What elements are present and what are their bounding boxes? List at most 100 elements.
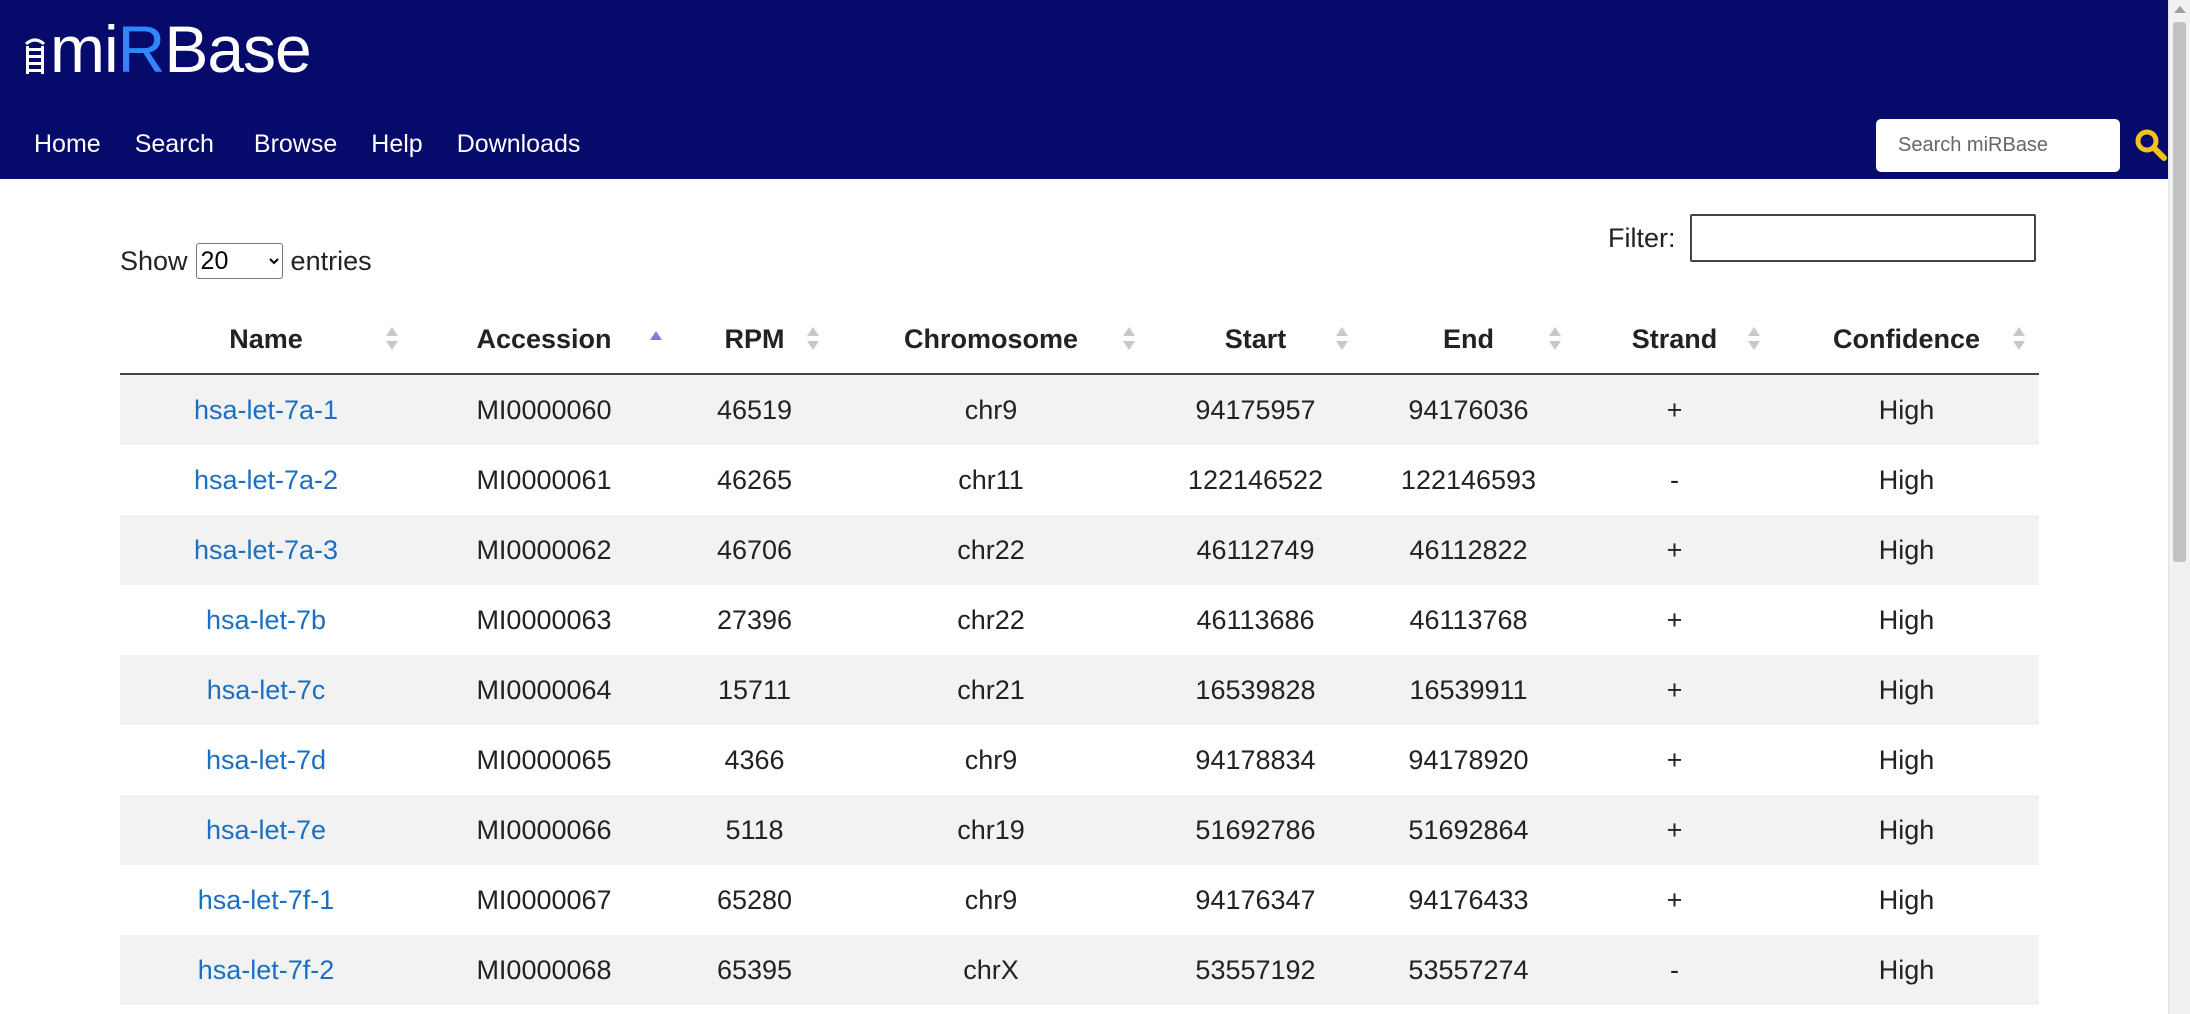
table-row: hsa-let-7f-2 MI0000068 65395 chrX 535571… <box>120 935 2039 1005</box>
cell-confidence: High <box>1878 534 1935 565</box>
page-size-select[interactable]: 20 <box>195 243 283 279</box>
cell-name: hsa-let-7a-3 <box>120 515 412 585</box>
sort-icon <box>1748 327 1760 353</box>
cell-strand: - <box>1670 464 1679 495</box>
site-header: miRBase Home Search Browse Help Download… <box>0 0 2168 179</box>
sort-icon <box>386 327 398 353</box>
cell-name: hsa-let-7d <box>120 725 412 795</box>
cell-accession: MI0000060 <box>476 394 612 425</box>
cell-confidence: High <box>1878 954 1935 985</box>
cell-confidence: High <box>1878 394 1935 425</box>
logo-mark-icon <box>25 38 45 74</box>
page-scrollbar[interactable] <box>2168 0 2190 1014</box>
sort-icon <box>1123 327 1135 353</box>
nav-home[interactable]: Home <box>34 124 101 164</box>
show-label: Show <box>120 245 188 276</box>
mirna-name-link[interactable]: hsa-let-7a-1 <box>194 395 338 425</box>
filter-input[interactable] <box>1689 214 2036 262</box>
mirna-name-link[interactable]: hsa-let-7c <box>207 675 326 705</box>
cell-accession: MI0000067 <box>476 884 612 915</box>
sort-ascending-icon <box>650 327 662 353</box>
nav-search[interactable]: Search <box>135 124 214 164</box>
cell-start: 53557192 <box>1195 954 1316 985</box>
cell-chromosome: chr22 <box>957 604 1025 635</box>
table-row: hsa-let-7f-1 MI0000067 65280 chr9 941763… <box>120 865 2039 935</box>
sort-icon <box>2013 327 2025 353</box>
table-row: hsa-let-7b MI0000063 27396 chr22 4611368… <box>120 585 2039 655</box>
site-search-box <box>1876 119 2120 172</box>
cell-name: hsa-let-7c <box>120 655 412 725</box>
nav-downloads[interactable]: Downloads <box>457 124 581 164</box>
cell-rpm: 46265 <box>716 464 793 495</box>
logo-text: miRBase <box>50 12 312 86</box>
col-header-confidence[interactable]: Confidence <box>1774 305 2039 375</box>
mirna-name-link[interactable]: hsa-let-7f-1 <box>198 885 335 915</box>
page-length-control: Show 20 entries <box>120 243 372 279</box>
cell-end: 122146593 <box>1400 464 1537 495</box>
cell-chromosome: chr9 <box>964 394 1018 425</box>
cell-rpm: 15711 <box>717 674 792 705</box>
cell-strand: + <box>1666 814 1683 845</box>
cell-start: 94178834 <box>1195 744 1316 775</box>
cell-name: hsa-let-7e <box>120 795 412 865</box>
filter-control: Filter: <box>1608 214 2036 262</box>
cell-name: hsa-let-7a-2 <box>120 445 412 515</box>
cell-start: 94176347 <box>1195 884 1316 915</box>
cell-accession: MI0000062 <box>476 534 612 565</box>
sort-icon <box>807 327 819 353</box>
cell-strand: + <box>1666 534 1683 565</box>
main-nav: Home Search Browse Help Downloads <box>34 124 614 164</box>
cell-rpm: 46519 <box>716 394 793 425</box>
cell-end: 94176433 <box>1408 884 1529 915</box>
mirbase-logo[interactable]: miRBase <box>22 12 312 86</box>
cell-name: hsa-let-7f-2 <box>120 935 412 1005</box>
cell-strand: + <box>1666 744 1683 775</box>
cell-accession: MI0000065 <box>476 744 612 775</box>
mirna-name-link[interactable]: hsa-let-7d <box>206 745 326 775</box>
sort-icon <box>1549 327 1561 353</box>
cell-rpm: 4366 <box>724 744 785 775</box>
mirna-name-link[interactable]: hsa-let-7a-2 <box>194 465 338 495</box>
cell-chromosome: chrX <box>963 954 1019 985</box>
cell-accession: MI0000064 <box>476 674 612 705</box>
cell-start: 46113686 <box>1196 604 1315 635</box>
cell-chromosome: chr19 <box>957 814 1025 845</box>
nav-browse[interactable]: Browse <box>254 124 337 164</box>
filter-label: Filter: <box>1608 222 1676 253</box>
cell-end: 46112822 <box>1409 534 1528 565</box>
site-search-input[interactable] <box>1896 133 2100 158</box>
search-icon[interactable] <box>2134 128 2168 162</box>
scrollbar-thumb[interactable] <box>2173 22 2186 562</box>
cell-name: hsa-let-7a-1 <box>120 374 412 445</box>
mirna-name-link[interactable]: hsa-let-7a-3 <box>194 535 338 565</box>
col-header-name[interactable]: Name <box>120 305 412 375</box>
cell-accession: MI0000068 <box>476 954 612 985</box>
col-header-strand[interactable]: Strand <box>1575 305 1774 375</box>
col-header-end[interactable]: End <box>1362 305 1575 375</box>
table-row: hsa-let-7a-3 MI0000062 46706 chr22 46112… <box>120 515 2039 585</box>
table-row: hsa-let-7e MI0000066 5118 chr19 51692786… <box>120 795 2039 865</box>
mirna-table: Name Accession RPM Chromosome Start End … <box>120 305 2039 1005</box>
mirna-name-link[interactable]: hsa-let-7e <box>206 815 326 845</box>
cell-name: hsa-let-7f-1 <box>120 865 412 935</box>
cell-confidence: High <box>1878 674 1935 705</box>
col-header-rpm[interactable]: RPM <box>676 305 833 375</box>
table-row: hsa-let-7c MI0000064 15711 chr21 1653982… <box>120 655 2039 725</box>
cell-end: 94176036 <box>1408 394 1529 425</box>
col-header-start[interactable]: Start <box>1149 305 1362 375</box>
cell-confidence: High <box>1878 464 1935 495</box>
entries-label: entries <box>290 245 372 276</box>
cell-confidence: High <box>1878 814 1935 845</box>
mirna-name-link[interactable]: hsa-let-7b <box>206 605 326 635</box>
scroll-up-arrow-icon[interactable] <box>2174 6 2186 13</box>
nav-help[interactable]: Help <box>371 124 422 164</box>
cell-end: 16539911 <box>1409 674 1528 705</box>
cell-accession: MI0000063 <box>476 604 612 635</box>
cell-rpm: 5118 <box>725 814 784 845</box>
cell-end: 46113768 <box>1409 604 1528 635</box>
cell-chromosome: chr21 <box>957 674 1025 705</box>
mirna-name-link[interactable]: hsa-let-7f-2 <box>198 955 335 985</box>
col-header-accession[interactable]: Accession <box>412 305 676 375</box>
cell-start: 51692786 <box>1195 814 1316 845</box>
col-header-chromosome[interactable]: Chromosome <box>833 305 1149 375</box>
